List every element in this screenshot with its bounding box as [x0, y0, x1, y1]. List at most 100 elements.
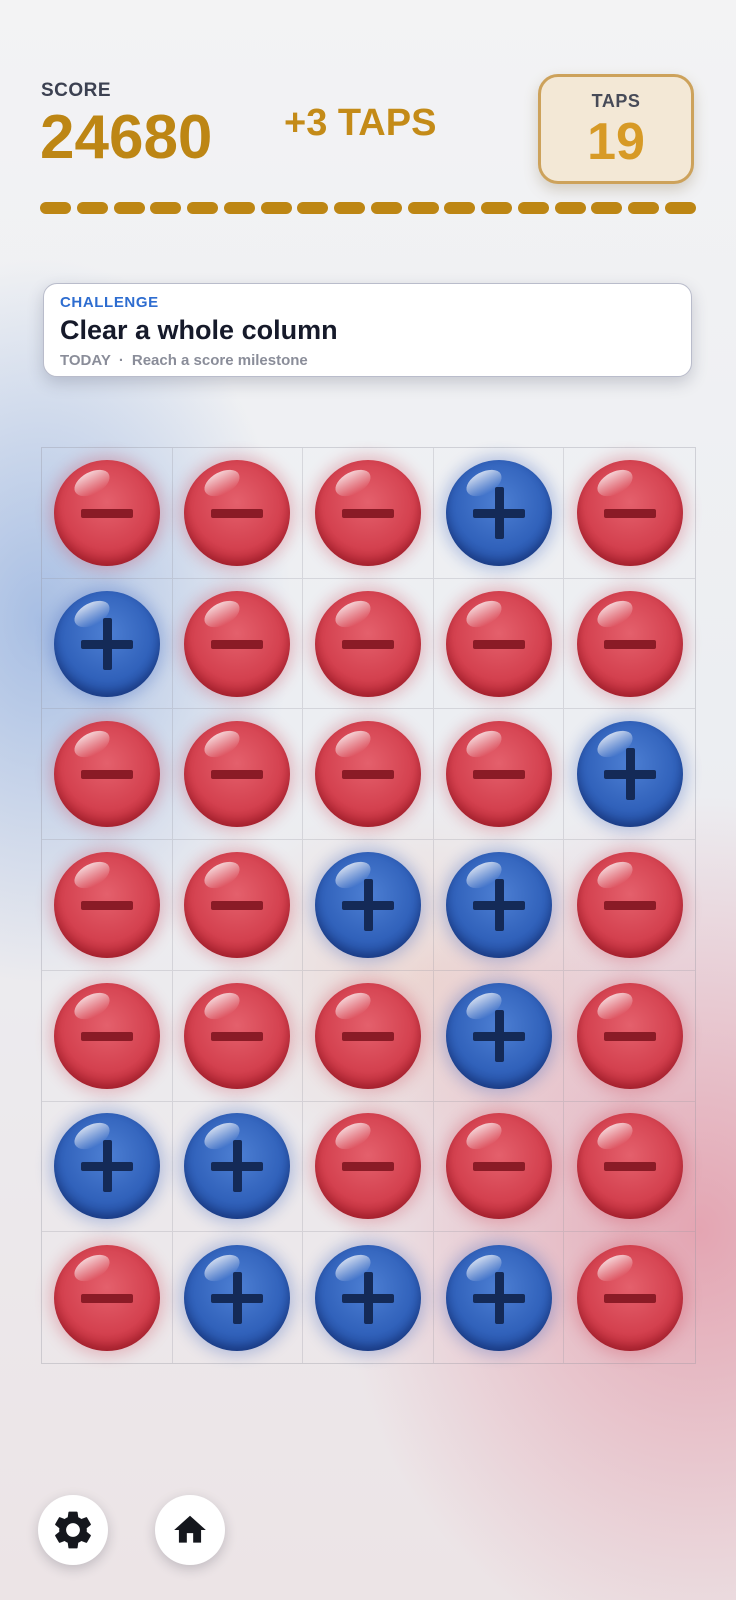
plus-icon	[363, 1271, 373, 1324]
plus-ball[interactable]	[445, 459, 552, 566]
board-cell	[433, 709, 565, 841]
minus-icon	[80, 900, 133, 910]
board-cell	[303, 448, 434, 579]
plus-ball[interactable]	[445, 1244, 552, 1351]
minus-ball[interactable]	[53, 459, 160, 566]
board-cell	[434, 1232, 565, 1363]
progress-bar	[40, 202, 696, 214]
minus-ball[interactable]	[576, 459, 683, 566]
minus-ball[interactable]	[576, 590, 683, 697]
minus-ball[interactable]	[314, 721, 421, 828]
minus-icon	[603, 1162, 656, 1172]
progress-segment	[628, 202, 660, 214]
board-cell	[172, 840, 304, 971]
plus-icon	[102, 1140, 112, 1193]
board-cell	[173, 1232, 304, 1363]
board-cell	[172, 578, 304, 710]
plus-icon	[363, 878, 373, 931]
minus-ball[interactable]	[576, 851, 683, 958]
plus-icon	[494, 486, 504, 539]
board-cell	[42, 448, 173, 579]
minus-ball[interactable]	[184, 851, 291, 958]
minus-ball[interactable]	[314, 1113, 421, 1220]
minus-icon	[341, 770, 394, 780]
board-cell	[564, 709, 695, 841]
board-cell	[564, 448, 695, 579]
plus-ball[interactable]	[53, 1113, 160, 1220]
plus-icon	[233, 1140, 243, 1193]
challenge-title: Clear a whole column	[60, 315, 338, 345]
minus-ball[interactable]	[184, 459, 291, 566]
plus-ball[interactable]	[445, 982, 552, 1089]
board-cell	[42, 970, 173, 1102]
minus-ball[interactable]	[53, 851, 160, 958]
taps-value: 19	[587, 113, 645, 171]
progress-segment	[554, 202, 586, 214]
board-cell	[172, 448, 304, 579]
minus-ball[interactable]	[445, 590, 552, 697]
plus-icon	[102, 617, 112, 670]
minus-icon	[603, 639, 656, 649]
minus-ball[interactable]	[184, 590, 291, 697]
plus-icon	[625, 748, 635, 801]
plus-icon	[494, 878, 504, 931]
minus-ball[interactable]	[314, 590, 421, 697]
plus-ball[interactable]	[53, 590, 160, 697]
minus-icon	[603, 1031, 656, 1041]
challenge-card[interactable]: CHALLENGE Clear a whole column TODAY · Rea…	[43, 283, 692, 377]
minus-ball[interactable]	[576, 1113, 683, 1220]
minus-ball[interactable]	[445, 721, 552, 828]
minus-icon	[80, 1293, 133, 1303]
plus-icon	[494, 1009, 504, 1062]
board-cell	[433, 1101, 565, 1233]
minus-icon	[80, 770, 133, 780]
minus-icon	[211, 770, 264, 780]
progress-segment	[260, 202, 292, 214]
plus-ball[interactable]	[184, 1113, 291, 1220]
minus-ball[interactable]	[576, 982, 683, 1089]
progress-segment	[407, 202, 439, 214]
gear-icon	[55, 1511, 91, 1549]
board-cell	[564, 1102, 695, 1233]
board-cell	[172, 1101, 304, 1233]
plus-ball[interactable]	[314, 1244, 421, 1351]
board-cell	[172, 970, 304, 1102]
minus-ball[interactable]	[314, 982, 421, 1089]
progress-segment	[187, 202, 219, 214]
challenge-description: Reach a score milestone	[131, 352, 308, 369]
board-cell	[433, 578, 565, 710]
settings-button[interactable]	[38, 1495, 108, 1565]
minus-icon	[211, 900, 264, 910]
plus-ball[interactable]	[576, 721, 683, 828]
board-cell	[42, 840, 173, 971]
board-cell	[303, 1232, 434, 1363]
plus-ball[interactable]	[314, 851, 421, 958]
plus-ball[interactable]	[184, 1244, 291, 1351]
board-cell	[42, 1101, 173, 1233]
progress-segment	[517, 202, 549, 214]
minus-ball[interactable]	[53, 1244, 160, 1351]
minus-icon	[603, 508, 656, 518]
score-value: 24680	[40, 103, 213, 172]
board-cell	[433, 448, 565, 579]
score-label: SCORE	[41, 80, 112, 101]
progress-segment	[665, 202, 696, 214]
minus-ball[interactable]	[184, 721, 291, 828]
minus-icon	[603, 1293, 656, 1303]
board-cell	[172, 709, 304, 841]
progress-segment	[591, 202, 623, 214]
minus-ball[interactable]	[53, 982, 160, 1089]
home-button[interactable]	[155, 1495, 225, 1565]
minus-ball[interactable]	[445, 1113, 552, 1220]
plus-ball[interactable]	[445, 851, 552, 958]
minus-ball[interactable]	[53, 721, 160, 828]
challenge-tag: CHALLENGE	[60, 294, 159, 311]
minus-ball[interactable]	[576, 1244, 683, 1351]
minus-icon	[80, 1031, 133, 1041]
board-cell	[564, 840, 695, 971]
minus-ball[interactable]	[314, 459, 421, 566]
board-cell	[433, 840, 565, 971]
minus-ball[interactable]	[184, 982, 291, 1089]
minus-icon	[341, 1031, 394, 1041]
progress-segment	[297, 202, 329, 214]
